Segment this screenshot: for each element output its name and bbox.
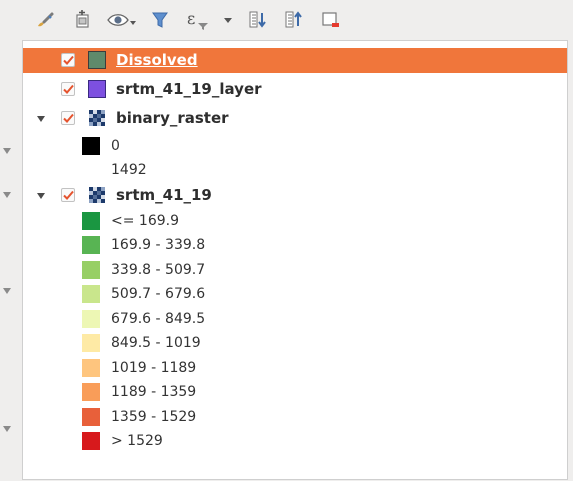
layers-toolbar: ε [0, 0, 573, 40]
collapse-arrow-icon[interactable] [3, 426, 11, 432]
layer-visibility-checkbox[interactable] [61, 188, 75, 202]
legend-label: 0 [111, 138, 120, 154]
legend-label: 849.5 - 1019 [111, 335, 201, 351]
legend-label: 169.9 - 339.8 [111, 237, 206, 253]
layer-row-dissolved[interactable]: Dissolved [23, 48, 567, 73]
legend-label: 509.7 - 679.6 [111, 286, 206, 302]
collapse-arrow-icon[interactable] [3, 192, 11, 198]
layer-label: srtm_41_19_layer [116, 80, 262, 98]
layer-label: binary_raster [116, 109, 229, 127]
paint-brush-icon[interactable] [34, 8, 56, 32]
layer-swatch [88, 80, 106, 98]
layers-tree: Dissolved srtm_41_19_layer binary_raster… [22, 40, 568, 480]
legend-label: 1019 - 1189 [111, 360, 197, 376]
legend-swatch [82, 383, 100, 401]
layer-row-srtm-layer[interactable]: srtm_41_19_layer [23, 77, 567, 102]
legend-swatch [82, 285, 100, 303]
legend-label: 339.8 - 509.7 [111, 262, 206, 278]
layer-row-srtm[interactable]: srtm_41_19 [23, 183, 567, 208]
legend-swatch [82, 359, 100, 377]
layer-visibility-checkbox[interactable] [61, 82, 75, 96]
legend-swatch [82, 432, 100, 450]
legend-swatch [82, 334, 100, 352]
legend-swatch [82, 261, 100, 279]
legend-swatch [82, 137, 100, 155]
expand-arrow-icon[interactable] [37, 116, 45, 122]
visibility-eye-icon[interactable] [106, 8, 138, 32]
collapse-all-icon[interactable] [284, 8, 304, 32]
layer-swatch [88, 51, 106, 69]
dock-gutter [0, 40, 22, 481]
add-group-icon[interactable] [72, 8, 94, 32]
legend-label: > 1529 [111, 433, 163, 449]
layer-visibility-checkbox[interactable] [61, 111, 75, 125]
expand-arrow-icon[interactable] [37, 193, 45, 199]
expand-all-icon[interactable] [248, 8, 268, 32]
filter-icon[interactable] [150, 8, 170, 32]
legend-swatch [82, 236, 100, 254]
legend-label: 679.6 - 849.5 [111, 311, 206, 327]
layer-label: srtm_41_19 [116, 186, 212, 204]
legend-label: 1359 - 1529 [111, 409, 197, 425]
svg-text:ε: ε [187, 9, 195, 28]
legend-swatch [82, 408, 100, 426]
legend-label: 1189 - 1359 [111, 384, 197, 400]
remove-layer-icon[interactable] [320, 8, 342, 32]
legend-label: <= 169.9 [111, 213, 179, 229]
expression-filter-icon[interactable]: ε [186, 8, 212, 32]
raster-layer-icon [89, 110, 105, 126]
layer-visibility-checkbox[interactable] [61, 53, 75, 67]
collapse-arrow-icon[interactable] [3, 148, 11, 154]
legend-label: 1492 [111, 162, 147, 178]
legend-swatch [82, 310, 100, 328]
chevron-down-icon[interactable] [222, 8, 234, 32]
legend-swatch [82, 212, 100, 230]
layer-label: Dissolved [116, 51, 198, 69]
collapse-arrow-icon[interactable] [3, 288, 11, 294]
layer-row-binary-raster[interactable]: binary_raster [23, 106, 567, 131]
raster-layer-icon [89, 187, 105, 203]
